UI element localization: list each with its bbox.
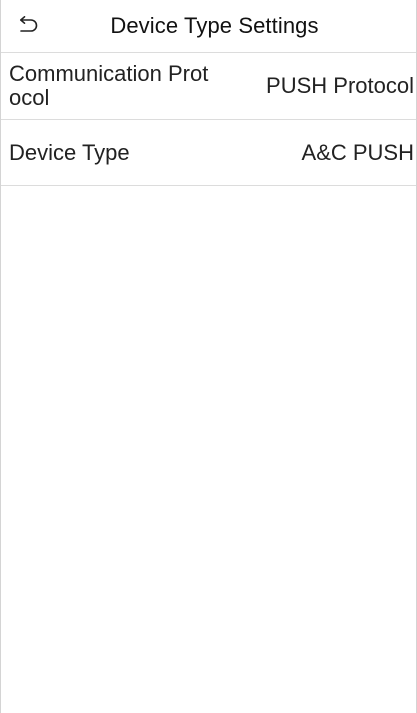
device-type-settings-screen: Device Type Settings Communication Proto…	[0, 0, 417, 713]
setting-row-device-type[interactable]: Device Type A&C PUSH	[1, 120, 416, 186]
header-bar: Device Type Settings	[1, 0, 416, 53]
page-title: Device Type Settings	[110, 13, 319, 38]
setting-row-communication-protocol[interactable]: Communication Protocol PUSH Protocol	[1, 53, 416, 120]
setting-value: A&C PUSH	[301, 139, 414, 165]
setting-label: Device Type	[9, 139, 130, 165]
setting-value: PUSH Protocol	[266, 73, 414, 98]
setting-label: Communication Protocol	[9, 61, 209, 110]
